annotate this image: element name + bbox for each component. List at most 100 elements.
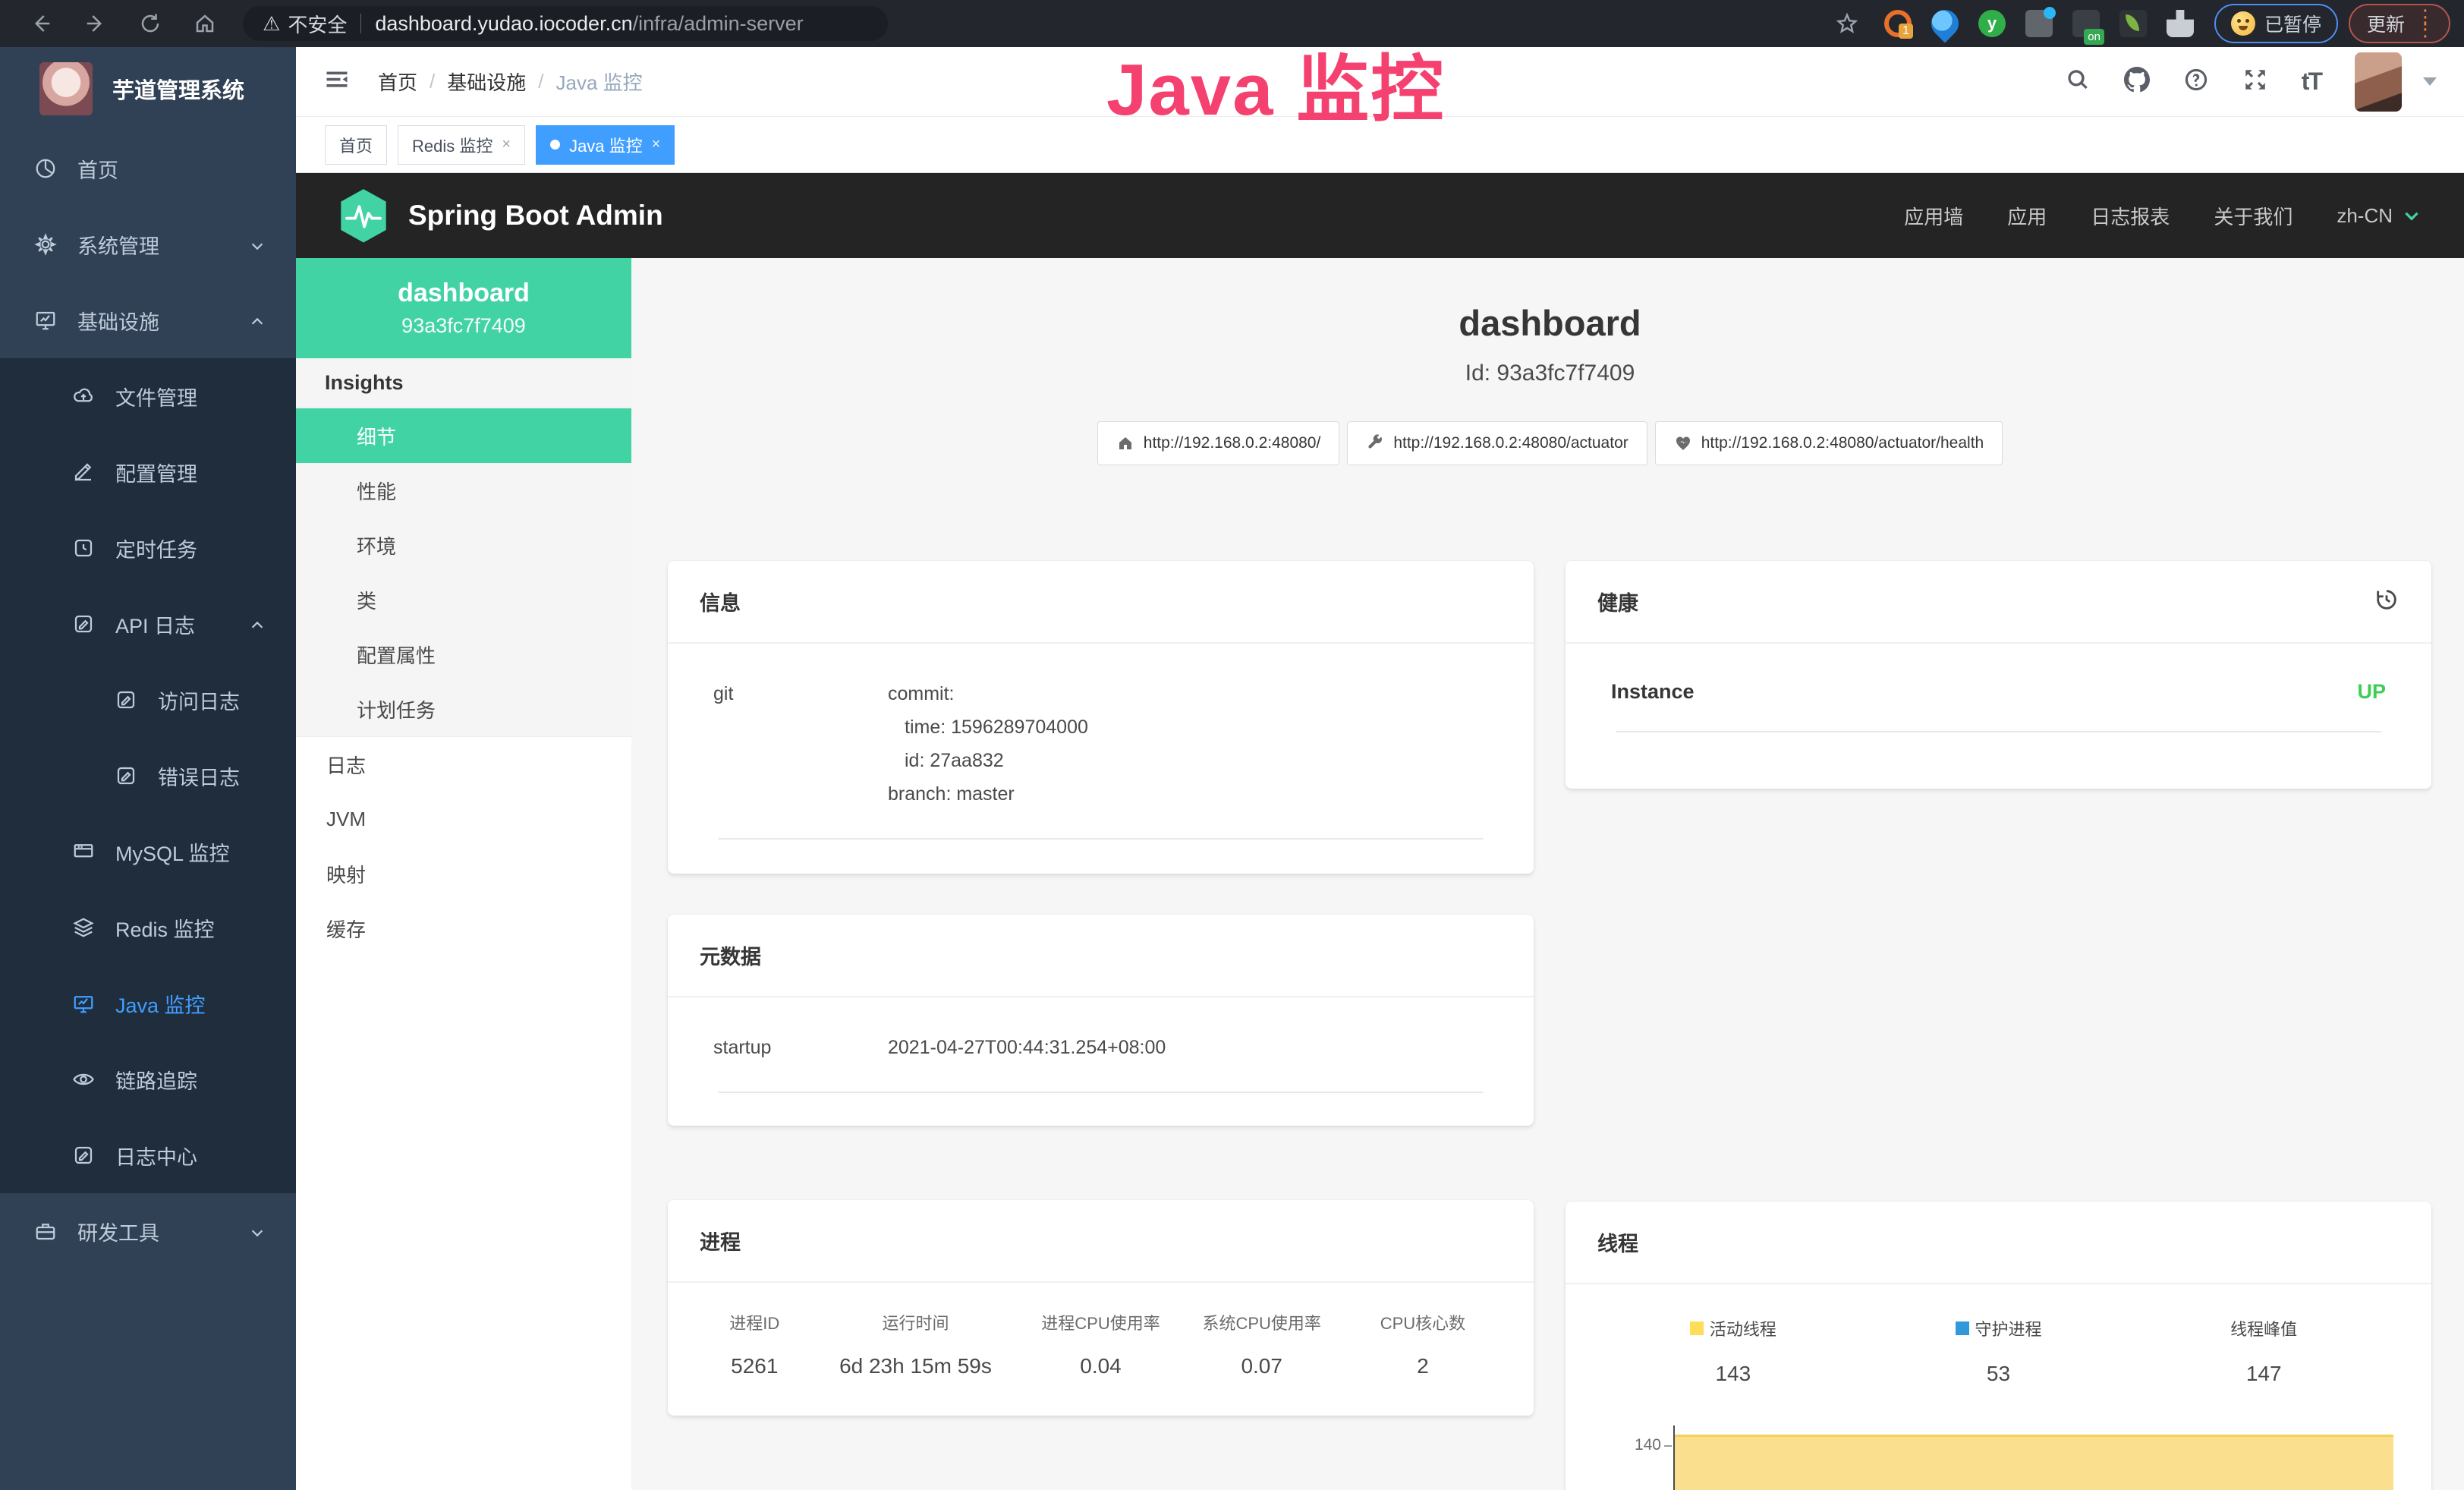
card-title-info: 信息 [700, 587, 741, 616]
sidebar-item-mysql-monitor[interactable]: MySQL 监控 [0, 814, 296, 890]
avatar-caret-icon[interactable] [2423, 77, 2437, 86]
sba-nav-about[interactable]: 关于我们 [2214, 202, 2292, 230]
row-divider [718, 1092, 1484, 1093]
edit-icon [71, 460, 96, 484]
subnav-item-caches[interactable]: 缓存 [296, 901, 631, 956]
tab-home[interactable]: 首页 [325, 125, 387, 165]
omnibox-divider [360, 14, 361, 33]
sidebar-item-home[interactable]: 首页 [0, 131, 296, 206]
subnav-item-environment[interactable]: 环境 [296, 518, 631, 572]
extensions-puzzle-icon[interactable] [2167, 10, 2194, 37]
info-git-value: commit: time: 1596289704000 id: 27aa832 … [888, 677, 1088, 811]
chrome-update-button[interactable]: 更新⋮⋮ [2349, 4, 2450, 43]
reload-icon[interactable] [135, 8, 165, 39]
hamburger-icon[interactable] [323, 66, 351, 97]
subnav-item-scheduled-tasks[interactable]: 计划任务 [296, 682, 631, 736]
tab-java-monitor[interactable]: Java 监控× [536, 125, 675, 165]
sba-nav-wallboard[interactable]: 应用墙 [1904, 202, 1963, 230]
github-icon[interactable] [2124, 67, 2150, 96]
sidebar-item-scheduled-jobs[interactable]: 定时任务 [0, 510, 296, 586]
address-bar[interactable]: ⚠不安全 dashboard.yudao.iocoder.cn/infra/ad… [243, 6, 888, 41]
thread-stats: 活动线程 143 守护进程 53 线程峰值 14 [1600, 1316, 2396, 1386]
cards-right-column: 健康 Instance UP [1566, 561, 2431, 1490]
process-val-sys-cpu: 0.07 [1182, 1354, 1342, 1378]
close-icon[interactable]: × [502, 136, 511, 153]
infrastructure-submenu: 文件管理 配置管理 定时任务 API 日志 访问日志 错误日志 [0, 358, 296, 1193]
subnav-item-jvm[interactable]: JVM [296, 792, 631, 846]
sidebar-item-error-logs[interactable]: 错误日志 [0, 738, 296, 814]
info-card: 信息 git commit: time: 1596289704000 id: 2… [668, 561, 1534, 874]
extension-y-icon[interactable]: y [1978, 10, 2006, 37]
sidebar-item-file-management[interactable]: 文件管理 [0, 358, 296, 434]
process-val-proc-cpu: 0.04 [1020, 1354, 1181, 1378]
subnav-item-mappings[interactable]: 映射 [296, 846, 631, 901]
subnav-item-config-props[interactable]: 配置属性 [296, 627, 631, 682]
extension-onetab-icon[interactable]: 1 [1884, 10, 1912, 37]
breadcrumb-section[interactable]: 基础设施 [447, 68, 526, 96]
extension-grid-icon[interactable] [2025, 10, 2053, 37]
sidebar-item-tracing[interactable]: 链路追踪 [0, 1041, 296, 1117]
sba-locale-select[interactable]: zh-CN [2337, 204, 2422, 228]
text-size-icon[interactable]: tT [2302, 68, 2321, 96]
sba-nav-journal[interactable]: 日志报表 [2091, 202, 2170, 230]
extension-pin-icon[interactable] [1926, 5, 1965, 43]
sidebar-item-redis-monitor[interactable]: Redis 监控 [0, 890, 296, 966]
breadcrumb-home[interactable]: 首页 [378, 68, 417, 96]
legend-blue-swatch-icon [1956, 1321, 1969, 1335]
sidebar-item-access-logs[interactable]: 访问日志 [0, 662, 296, 738]
close-icon[interactable]: × [652, 136, 661, 153]
sidebar-item-api-logs[interactable]: API 日志 [0, 586, 296, 662]
subnav-item-classes[interactable]: 类 [296, 572, 631, 627]
log-edit-icon [71, 612, 96, 636]
card-title-metadata: 元数据 [700, 940, 761, 970]
history-icon[interactable] [2374, 587, 2399, 616]
sba-header: Spring Boot Admin 应用墙 应用 日志报表 关于我们 zh-CN [296, 173, 2464, 258]
bookmark-star-icon[interactable] [1832, 8, 1862, 39]
sidebar-item-config-management[interactable]: 配置管理 [0, 434, 296, 510]
fullscreen-icon[interactable] [2242, 67, 2268, 96]
back-icon[interactable] [26, 8, 56, 39]
sidebar-item-log-center[interactable]: 日志中心 [0, 1117, 296, 1193]
profile-paused-badge[interactable]: 已暂停 [2214, 4, 2338, 43]
page-url: dashboard.yudao.iocoder.cn/infra/admin-s… [375, 12, 803, 36]
user-avatar[interactable] [2355, 52, 2402, 112]
subnav-item-metrics[interactable]: 性能 [296, 463, 631, 518]
sba-nav-applications[interactable]: 应用 [2007, 202, 2047, 230]
main-sidebar: 芋道管理系统 首页 系统管理 基础设施 文件管理 配置管理 [0, 47, 296, 1490]
instance-header[interactable]: dashboard 93a3fc7f7409 [296, 258, 631, 358]
sba-subnav: dashboard 93a3fc7f7409 Insights 细节 性能 环境… [296, 258, 631, 1490]
security-warning[interactable]: ⚠不安全 [263, 10, 347, 38]
paused-emoji-icon [2231, 11, 2255, 36]
app-title: 芋道管理系统 [112, 73, 244, 105]
service-url-link[interactable]: http://192.168.0.2:48080/ [1097, 421, 1340, 465]
extension-switchyomega-icon[interactable]: on [2072, 10, 2100, 37]
chevron-down-icon [249, 1223, 266, 1240]
help-icon[interactable] [2183, 67, 2209, 96]
legend-daemon-threads: 守护进程 [1956, 1316, 2042, 1340]
log-edit-icon [114, 764, 138, 788]
sba-content: dashboard Id: 93a3fc7f7409 http://192.16… [631, 258, 2464, 1490]
monitor-icon [71, 991, 96, 1016]
sidebar-item-infrastructure[interactable]: 基础设施 [0, 282, 296, 358]
search-icon[interactable] [2065, 67, 2091, 96]
legend-live-threads: 活动线程 [1690, 1316, 1776, 1340]
threads-chart: 140 120 100 [1600, 1425, 2396, 1490]
card-title-threads: 线程 [1597, 1227, 1638, 1257]
sidebar-item-system[interactable]: 系统管理 [0, 206, 296, 282]
health-instance-label: Instance [1611, 680, 1695, 704]
home-icon[interactable] [190, 8, 220, 39]
sidebar-item-dev-tools[interactable]: 研发工具 [0, 1193, 296, 1269]
forward-icon[interactable] [80, 8, 111, 39]
browser-toolbar: ⚠不安全 dashboard.yudao.iocoder.cn/infra/ad… [0, 0, 2464, 47]
actuator-url-link[interactable]: http://192.168.0.2:48080/actuator [1347, 421, 1647, 465]
sidebar-item-java-monitor[interactable]: Java 监控 [0, 966, 296, 1041]
subnav-item-details[interactable]: 细节 [296, 408, 631, 463]
eye-icon [71, 1067, 96, 1092]
health-url-link[interactable]: http://192.168.0.2:48080/actuator/health [1655, 421, 2003, 465]
home-icon [1116, 434, 1134, 452]
extension-sprout-icon[interactable] [2119, 10, 2147, 37]
admin-topbar: 首页 / 基础设施 / Java 监控 tT [296, 47, 2464, 117]
subnav-item-logs[interactable]: 日志 [296, 737, 631, 792]
browser-menu-icon[interactable]: ⋮⋮ [2415, 11, 2435, 35]
tab-redis-monitor[interactable]: Redis 监控× [398, 125, 525, 165]
